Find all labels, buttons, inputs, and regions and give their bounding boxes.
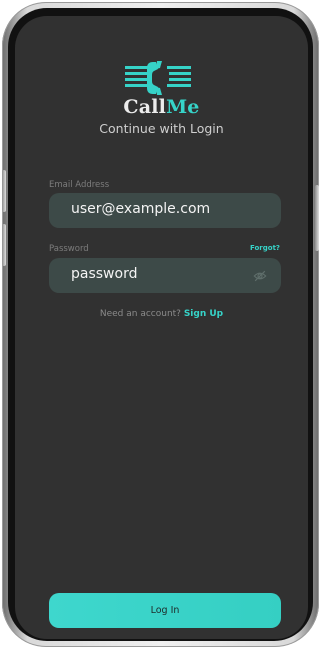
login-button[interactable]: Log In — [49, 593, 281, 628]
app-logo-text: CallMe — [15, 96, 308, 118]
password-value: password — [71, 266, 138, 282]
phone-receiver-logo-icon — [125, 61, 191, 95]
logo-text-accent: Me — [166, 96, 200, 118]
password-field[interactable]: password — [49, 258, 281, 293]
email-label: Email Address — [49, 180, 110, 190]
forgot-password-link[interactable]: Forgot? — [250, 244, 280, 252]
password-label: Password — [49, 244, 89, 254]
logo-text-primary: Call — [123, 96, 167, 118]
login-subtitle: Continue with Login — [99, 121, 224, 136]
power-button — [315, 185, 319, 251]
eye-off-icon[interactable] — [253, 269, 267, 283]
signup-row: Need an account? Sign Up — [15, 309, 308, 319]
volume-up-button — [2, 170, 6, 212]
volume-down-button — [2, 224, 6, 266]
login-screen: CallMe Continue with Login Email Address… — [15, 16, 308, 639]
email-field[interactable]: user@example.com — [49, 193, 281, 228]
phone-frame: CallMe Continue with Login Email Address… — [2, 2, 319, 647]
signup-prompt: Need an account? — [99, 309, 181, 319]
email-value: user@example.com — [71, 201, 211, 217]
signup-link[interactable]: Sign Up — [184, 309, 223, 319]
